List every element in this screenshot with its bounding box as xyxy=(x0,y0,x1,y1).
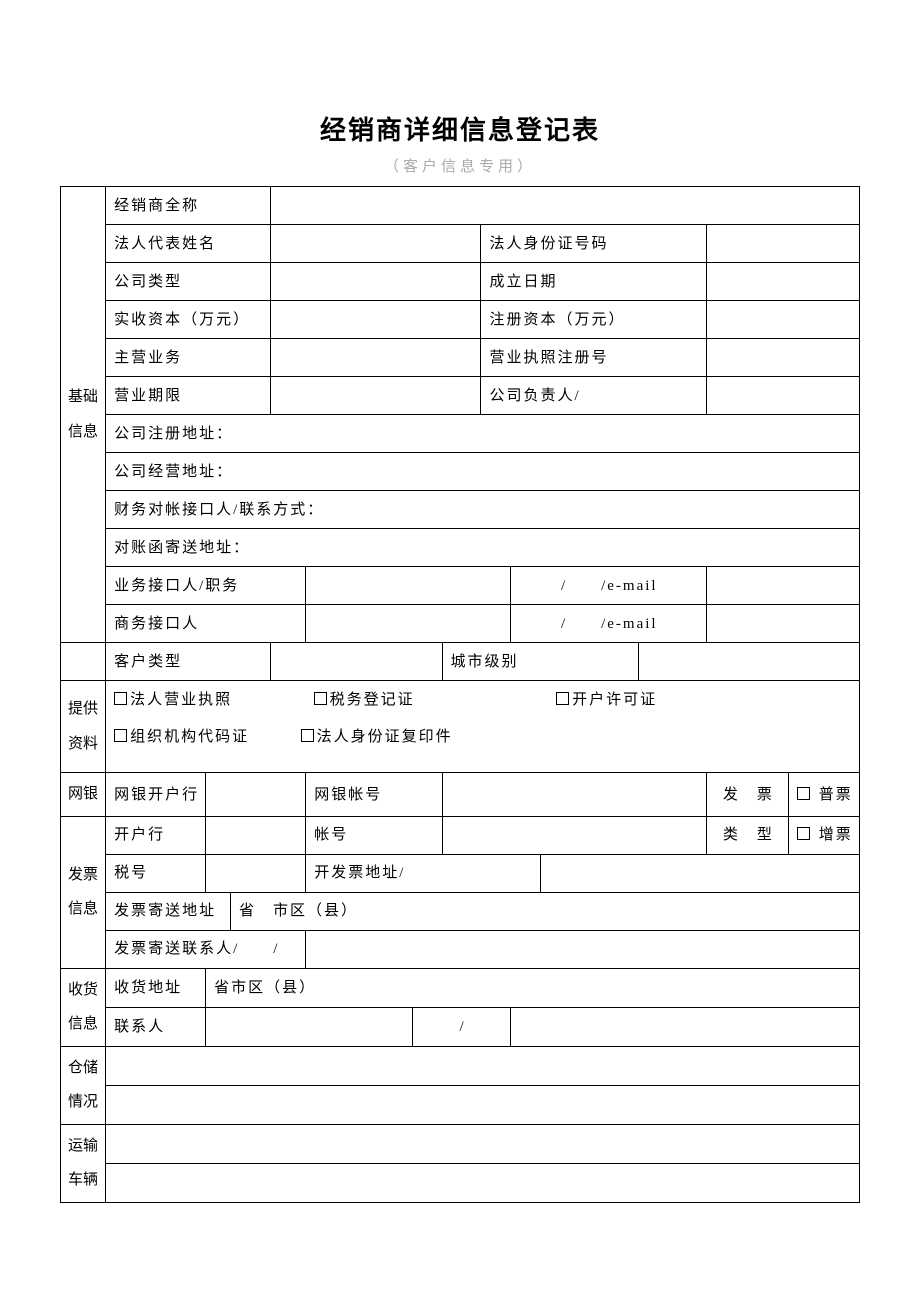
field-cust-type[interactable] xyxy=(270,643,442,681)
label-biz-term: 营业期限 xyxy=(106,377,271,415)
field-legal-rep[interactable] xyxy=(270,225,481,263)
field-biz-email[interactable] xyxy=(706,567,859,605)
field-statement-addr[interactable]: 对账函寄送地址： xyxy=(106,529,860,567)
field-head[interactable] xyxy=(706,377,859,415)
field-company-type[interactable] xyxy=(270,263,481,301)
label-paid-capital: 实收资本（万元） xyxy=(106,301,271,339)
field-op-addr[interactable]: 公司经营地址： xyxy=(106,453,860,491)
field-reg-capital[interactable] xyxy=(706,301,859,339)
field-main-biz[interactable] xyxy=(270,339,481,377)
field-found-date[interactable] xyxy=(706,263,859,301)
label-main-biz: 主营业务 xyxy=(106,339,271,377)
form-table: 基础信息 经销商全称 法人代表姓名 法人身份证号码 公司类型 成立日期 实收资本… xyxy=(60,186,860,1203)
field-ship-contact[interactable] xyxy=(206,1007,413,1046)
section-invoice: 发票信息 xyxy=(61,816,106,968)
field-com-email[interactable] xyxy=(706,605,859,643)
checkbox-idcopy[interactable]: 法人身份证复印件 xyxy=(301,729,453,745)
label-acct: 帐号 xyxy=(306,816,442,854)
checkbox-inv-vat[interactable]: 增票 xyxy=(789,816,860,854)
label-cust-type: 客户类型 xyxy=(106,643,271,681)
page-title: 经销商详细信息登记表 xyxy=(60,110,860,147)
section-ebank: 网银 xyxy=(61,773,106,817)
label-ship-slash: / xyxy=(413,1007,511,1046)
label-inv-mail-addr: 发票寄送地址 xyxy=(106,892,231,930)
field-fin-contact[interactable]: 财务对帐接口人/联系方式： xyxy=(106,491,860,529)
label-com-contact: 商务接口人 xyxy=(106,605,306,643)
section-shipping: 收货信息 xyxy=(61,968,106,1046)
field-acct[interactable] xyxy=(442,816,706,854)
field-biz-term[interactable] xyxy=(270,377,481,415)
label-ship-contact: 联系人 xyxy=(106,1007,206,1046)
checkbox-permit[interactable]: 开户许可证 xyxy=(556,692,657,708)
checkbox-inv-normal[interactable]: 普票 xyxy=(789,773,860,817)
section-basic: 基础信息 xyxy=(61,187,106,643)
page-subtitle: （客户信息专用） xyxy=(60,155,860,176)
field-storage-2[interactable] xyxy=(106,1085,860,1124)
field-inv-mail-contact[interactable] xyxy=(306,930,860,968)
label-legal-id: 法人身份证号码 xyxy=(481,225,706,263)
label-reg-capital: 注册资本（万元） xyxy=(481,301,706,339)
label-ebank-acct: 网银帐号 xyxy=(306,773,442,817)
label-ebank-open: 网银开户行 xyxy=(106,773,206,817)
section-documents: 提供资料 xyxy=(61,681,106,773)
docs-row-2: 组织机构代码证 法人身份证复印件 xyxy=(106,719,860,773)
field-ship-addr[interactable]: 省市区（县） xyxy=(206,968,860,1007)
label-company-type: 公司类型 xyxy=(106,263,271,301)
checkbox-tax[interactable]: 税务登记证 xyxy=(314,692,415,708)
label-found-date: 成立日期 xyxy=(481,263,706,301)
field-dealer-full[interactable] xyxy=(270,187,859,225)
field-ebank-acct[interactable] xyxy=(442,773,706,817)
label-city-level: 城市级别 xyxy=(442,643,639,681)
field-tax-no[interactable] xyxy=(206,854,306,892)
label-biz-contact: 业务接口人/职务 xyxy=(106,567,306,605)
label-license-no: 营业执照注册号 xyxy=(481,339,706,377)
label-biz-email: / /e-mail xyxy=(510,567,706,605)
label-invoice-type-2: 类 型 xyxy=(706,816,788,854)
field-biz-contact[interactable] xyxy=(306,567,511,605)
section-blank xyxy=(61,643,106,681)
checkbox-license[interactable]: 法人营业执照 xyxy=(114,692,232,708)
field-com-contact[interactable] xyxy=(306,605,511,643)
label-head: 公司负责人/ xyxy=(481,377,706,415)
docs-row-1: 法人营业执照 税务登记证 开户许可证 xyxy=(106,681,860,719)
field-paid-capital[interactable] xyxy=(270,301,481,339)
field-ship-phone[interactable] xyxy=(510,1007,859,1046)
field-city-level[interactable] xyxy=(639,643,860,681)
field-ebank-open[interactable] xyxy=(206,773,306,817)
field-inv-addr[interactable] xyxy=(540,854,859,892)
field-storage-1[interactable] xyxy=(106,1046,860,1085)
label-bank: 开户行 xyxy=(106,816,206,854)
field-transport-2[interactable] xyxy=(106,1163,860,1202)
checkbox-org[interactable]: 组织机构代码证 xyxy=(114,729,249,745)
section-storage: 仓储情况 xyxy=(61,1046,106,1124)
label-invoice-type-1: 发 票 xyxy=(706,773,788,817)
field-license-no[interactable] xyxy=(706,339,859,377)
label-com-email: / /e-mail xyxy=(510,605,706,643)
label-dealer-full: 经销商全称 xyxy=(106,187,271,225)
field-reg-addr[interactable]: 公司注册地址： xyxy=(106,415,860,453)
field-bank[interactable] xyxy=(206,816,306,854)
label-tax-no: 税号 xyxy=(106,854,206,892)
label-ship-addr: 收货地址 xyxy=(106,968,206,1007)
label-legal-rep: 法人代表姓名 xyxy=(106,225,271,263)
field-transport-1[interactable] xyxy=(106,1124,860,1163)
section-transport: 运输车辆 xyxy=(61,1124,106,1202)
field-legal-id[interactable] xyxy=(706,225,859,263)
label-inv-addr: 开发票地址/ xyxy=(306,854,540,892)
label-inv-mail-contact: 发票寄送联系人/ / xyxy=(106,930,306,968)
field-inv-mail-addr[interactable]: 省 市区（县） xyxy=(231,892,860,930)
